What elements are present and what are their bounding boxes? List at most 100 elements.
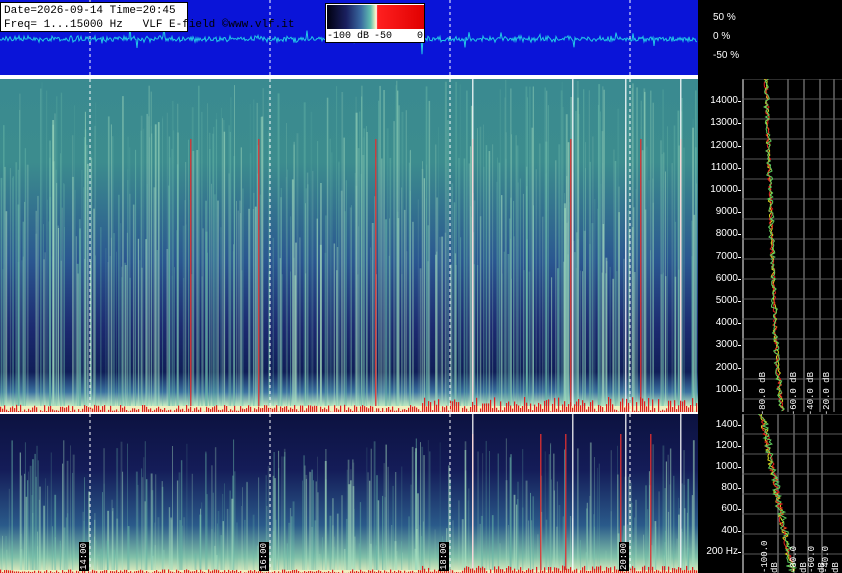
lower-spectrogram <box>0 414 698 573</box>
sferic-streak <box>589 243 591 412</box>
sferic-streak <box>631 88 633 412</box>
date-time-label: Date=2026-09-14 Time=20:45 <box>4 5 176 17</box>
noise-spike <box>164 569 166 573</box>
sferic-streak <box>566 537 568 573</box>
sferic-streak <box>54 537 56 573</box>
sferic-streak <box>226 508 229 573</box>
frequency-tick-mark <box>738 389 741 391</box>
sferic-streak <box>696 183 697 412</box>
noise-spike <box>510 566 512 573</box>
sferic-streak <box>616 271 618 412</box>
noise-spike <box>550 567 552 573</box>
sferic-streak <box>352 459 354 573</box>
sferic-streak <box>183 517 186 573</box>
sferic-streak <box>291 179 294 412</box>
sferic-streak <box>366 132 368 412</box>
sferic-streak <box>234 471 236 573</box>
sferic-streak <box>156 250 158 412</box>
sferic-streak <box>652 444 654 573</box>
sferic-streak <box>254 206 257 412</box>
sferic-streak <box>597 467 599 573</box>
sferic-streak <box>236 200 237 412</box>
sferic-streak <box>72 472 74 573</box>
sferic-streak <box>585 552 587 573</box>
waveform-label-50: 50 % <box>713 12 736 23</box>
noise-spike <box>496 569 498 573</box>
sferic-streak <box>201 502 203 573</box>
sferic-streak <box>309 471 311 573</box>
sferic-streak <box>468 488 470 573</box>
sferic-streak <box>241 506 242 573</box>
sferic-streak <box>223 131 226 412</box>
sferic-streak <box>505 79 507 412</box>
sferic-streak <box>311 526 313 573</box>
profile-lower-tick-40: -40.0 dB <box>821 545 841 573</box>
sferic-streak <box>461 519 464 573</box>
sferic-streak <box>75 236 77 412</box>
sferic-streak <box>499 543 501 573</box>
sferic-streak <box>317 492 319 573</box>
frequency-tick-mark <box>738 323 741 325</box>
noise-spike <box>520 567 522 573</box>
sferic-streak <box>198 85 200 412</box>
sferic-streak <box>27 480 29 573</box>
noise-spike <box>216 405 218 412</box>
sferic-streak <box>262 88 264 412</box>
noise-spike <box>668 400 670 412</box>
sferic-streak <box>5 211 8 412</box>
noise-spike <box>84 405 86 412</box>
sferic-streak <box>586 502 588 573</box>
sferic-streak <box>113 549 115 573</box>
noise-spike <box>334 405 336 412</box>
sferic-streak <box>120 441 123 573</box>
sferic-streak <box>280 188 282 412</box>
noise-spike <box>468 566 470 573</box>
sferic-streak <box>2 535 3 573</box>
sferic-streak <box>652 202 654 412</box>
noise-spike <box>540 404 542 412</box>
noise-spike <box>626 398 628 412</box>
sferic-streak <box>62 463 64 573</box>
sferic-streak <box>294 275 297 412</box>
sferic-streak <box>277 93 280 412</box>
noise-spike <box>592 400 594 412</box>
frequency-tick-label: 200 Hz <box>706 545 738 557</box>
sferic-streak <box>292 501 295 573</box>
sferic-streak <box>116 251 117 412</box>
sferic-streak <box>29 465 32 573</box>
sferic-streak <box>126 232 128 412</box>
sferic-streak <box>382 495 384 573</box>
noise-spike <box>676 569 678 573</box>
sferic-streak <box>40 88 42 412</box>
sferic-streak <box>454 253 457 412</box>
sferic-streak <box>103 483 105 573</box>
sferic-streak <box>683 147 685 412</box>
sferic-streak <box>293 141 295 412</box>
sferic-streak <box>345 180 347 412</box>
sferic-streak <box>513 494 516 573</box>
sferic-streak <box>618 212 620 412</box>
noise-spike <box>120 405 122 412</box>
sferic-streak <box>603 89 605 412</box>
sferic-streak <box>214 447 217 573</box>
colorbar-label-min: -100 dB <box>327 31 370 42</box>
sferic-streak <box>207 103 208 412</box>
noise-spike <box>490 569 492 573</box>
noise-spike <box>600 565 602 573</box>
sferic-streak <box>222 493 224 573</box>
noise-spike <box>568 568 570 573</box>
noise-spike <box>556 567 558 573</box>
sferic-streak <box>496 181 498 412</box>
time-label-16: 16:00 <box>259 542 269 572</box>
sferic-streak <box>26 164 29 412</box>
noise-spike <box>648 398 650 412</box>
sferic-streak <box>393 121 395 412</box>
frequency-tick-label: 7000 <box>715 250 738 262</box>
sferic-streak <box>273 452 275 573</box>
noise-spike <box>678 567 680 573</box>
sferic-streak <box>5 549 8 573</box>
sferic-streak <box>127 526 130 573</box>
sferic-streak <box>669 484 671 573</box>
noise-spike <box>514 401 516 412</box>
noise-spike <box>294 405 296 412</box>
